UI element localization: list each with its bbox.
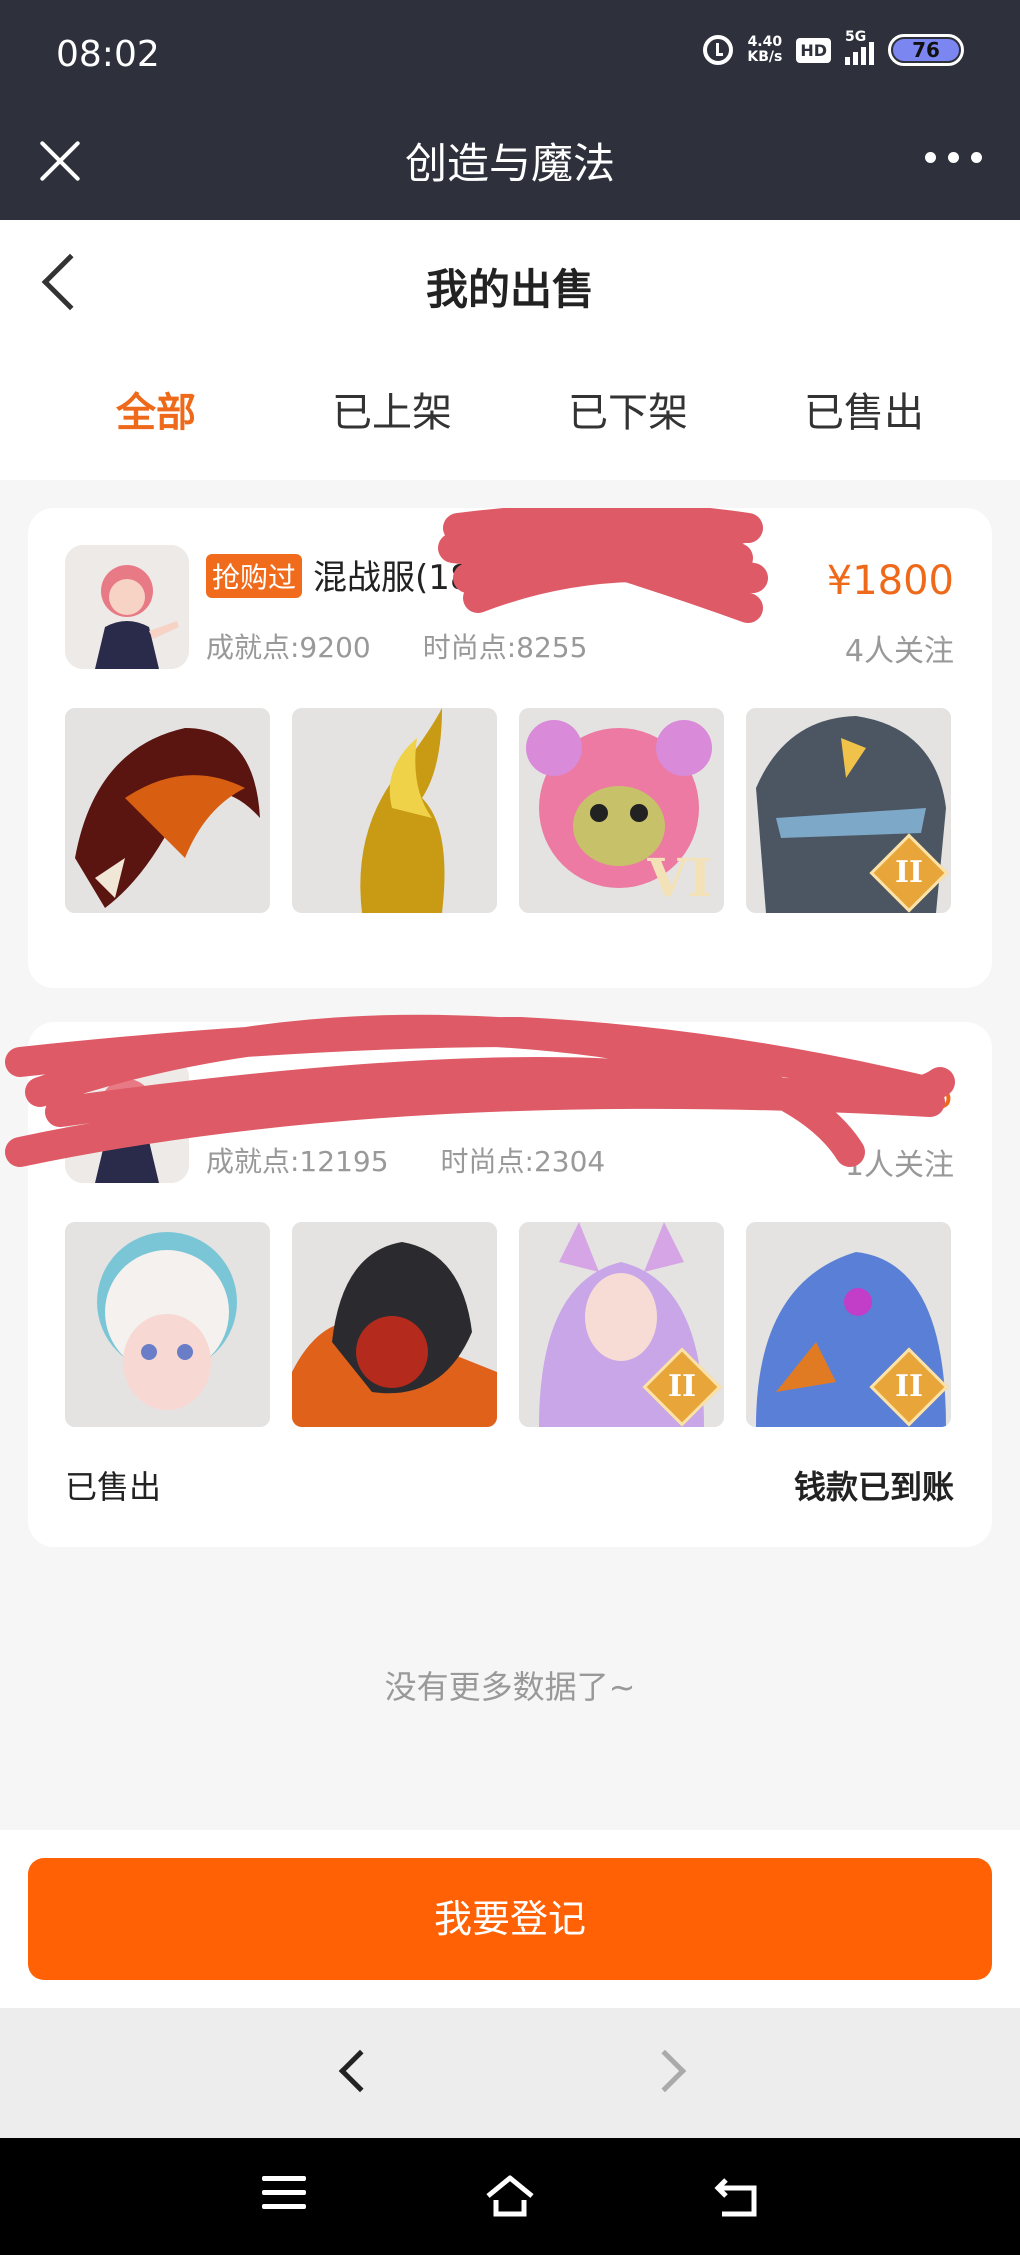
battery-level: 76 [893, 39, 959, 61]
redaction-scribble [5, 1014, 955, 1167]
bottom-action-area: 我要登记 [0, 1830, 1020, 2008]
browser-back-icon[interactable] [338, 2049, 382, 2093]
item-thumbnail[interactable]: II [746, 1222, 951, 1427]
network-speed: 4.40 KB/s [747, 35, 782, 65]
page-title: 我的出售 [425, 265, 594, 314]
snapped-up-badge: 抢购过 [206, 554, 303, 598]
network-speed-value: 4.40 [747, 34, 783, 50]
tier-label: II [894, 1369, 924, 1404]
payment-status: 钱款已到账 [793, 1468, 954, 1506]
status-bar: 08:02 4.40 KB/s HD 5G 76 [0, 0, 1020, 110]
item-thumbnail[interactable] [292, 1222, 497, 1427]
hd-icon: HD [796, 37, 831, 63]
tier-label: VI [647, 848, 712, 909]
listing-card[interactable]: 成就点:12195 时尚点:2304 ¥435 1人关注 II II 已售出 钱… [5, 1014, 992, 1547]
item-thumbnails: II II [65, 1222, 951, 1427]
title-bar: 创造与魔法 [0, 110, 1020, 220]
home-icon[interactable] [484, 2174, 536, 2218]
tab-all[interactable]: 全部 [38, 380, 274, 438]
listing-card[interactable]: 抢购过 混战服(184 成就点:9200时尚点:8255 ¥1800 4人关注 [28, 508, 992, 988]
achievement-points: 成就点:9200 [206, 631, 371, 664]
alarm-icon [703, 35, 734, 65]
tab-listed[interactable]: 已上架 [274, 380, 510, 438]
item-thumbnail[interactable] [65, 1222, 270, 1427]
page-header: 我的出售 全部 已上架 已下架 已售出 [0, 220, 1020, 480]
system-nav-bar [0, 2138, 1020, 2255]
avatar [65, 545, 189, 669]
browser-forward-icon[interactable] [643, 2049, 687, 2093]
item-thumbnail[interactable]: II [746, 708, 951, 913]
price: ¥1800 [826, 558, 954, 604]
tier-badge: VI [647, 849, 712, 909]
stats: 成就点:9200 时尚点:8255 [206, 626, 587, 666]
tab-sold[interactable]: 已售出 [746, 380, 982, 438]
network-speed-unit: KB/s [747, 49, 783, 65]
app-title: 创造与魔法 [404, 139, 615, 188]
sale-status: 已售出 [65, 1468, 162, 1506]
tab-bar: 全部 已上架 已下架 已售出 [0, 380, 1020, 438]
status-icons: 4.40 KB/s HD 5G 76 [703, 29, 964, 66]
tier-label: II [894, 855, 924, 890]
item-thumbnail[interactable] [292, 708, 497, 913]
fashion-points: 时尚点:8255 [422, 631, 588, 664]
browser-nav-bar [0, 2008, 1020, 2138]
tier-label: II [667, 1369, 697, 1404]
battery-icon: 76 [888, 34, 964, 66]
network-type: 5G [845, 29, 867, 45]
item-thumbnails: VI II [65, 708, 951, 913]
back-icon[interactable] [712, 2174, 762, 2218]
menu-icon[interactable] [262, 2176, 306, 2212]
register-button[interactable]: 我要登记 [28, 1858, 992, 1980]
no-more-data-text: 没有更多数据了~ [384, 1668, 636, 1706]
redaction-scribble [438, 508, 768, 623]
item-thumbnail[interactable]: II [519, 1222, 724, 1427]
item-thumbnail[interactable]: VI [519, 708, 724, 913]
item-thumbnail[interactable] [65, 708, 270, 913]
follower-count: 4人关注 [844, 634, 954, 669]
more-options-icon[interactable] [925, 152, 982, 163]
tab-delisted[interactable]: 已下架 [510, 380, 746, 438]
signal-icon: 5G [845, 29, 874, 65]
status-time: 08:02 [56, 34, 160, 75]
